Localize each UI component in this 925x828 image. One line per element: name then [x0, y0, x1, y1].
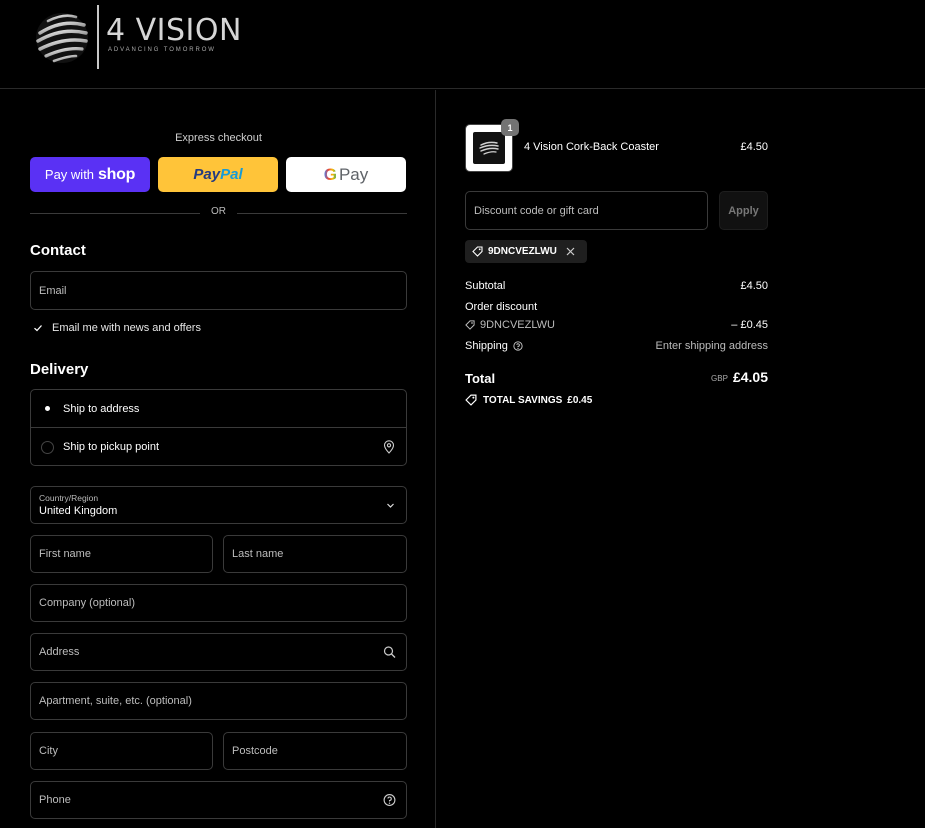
- apartment-input[interactable]: [31, 683, 406, 719]
- google-pay-wordmark: Pay: [338, 164, 369, 184]
- newsletter-checkbox[interactable]: Email me with news and offers: [32, 322, 201, 334]
- company-input[interactable]: [31, 585, 406, 621]
- subtotal-label: Subtotal: [465, 280, 506, 292]
- order-discount-row: Order discount: [465, 301, 768, 313]
- total-savings: TOTAL SAVINGS £0.45: [465, 394, 592, 406]
- tag-icon: [465, 394, 477, 406]
- savings-label: TOTAL SAVINGS: [483, 394, 563, 406]
- google-g-icon: G: [323, 164, 337, 184]
- or-text: OR: [211, 206, 226, 217]
- shipping-label: Shipping: [465, 340, 508, 352]
- apply-discount-button[interactable]: Apply: [719, 191, 768, 230]
- city-input[interactable]: [31, 733, 212, 769]
- map-pin-icon: [383, 440, 395, 454]
- discount-code-field[interactable]: [465, 191, 708, 230]
- discount-amount: – £0.45: [731, 319, 768, 331]
- chevron-down-icon: [387, 503, 394, 508]
- subtotal-value: £4.50: [740, 280, 768, 292]
- ship-to-address-label: Ship to address: [63, 402, 140, 415]
- discount-code-label: 9DNCVEZLWU: [480, 319, 555, 331]
- address-field[interactable]: [30, 633, 407, 671]
- tag-icon: [465, 320, 475, 330]
- product-image: [473, 132, 505, 164]
- shop-pay-prefix: Pay with: [44, 167, 95, 182]
- savings-value: £0.45: [567, 394, 593, 406]
- last-name-input[interactable]: [224, 536, 406, 572]
- country-value: United Kingdom: [39, 505, 118, 517]
- first-name-field[interactable]: [30, 535, 213, 573]
- paypal-wordmark-b: Pal: [220, 166, 243, 183]
- apartment-field[interactable]: [30, 682, 407, 720]
- product-price: £4.50: [740, 141, 768, 153]
- checkmark-icon: [32, 322, 44, 334]
- ship-to-address-option[interactable]: Ship to address: [31, 390, 406, 428]
- or-line-right: [237, 213, 407, 214]
- search-icon[interactable]: [383, 646, 396, 659]
- brand-name: 4 VISION: [106, 13, 242, 48]
- applied-discount-tag: 9DNCVEZLWU: [465, 240, 587, 263]
- currency-code: GBP: [711, 374, 728, 383]
- postcode-field[interactable]: [223, 732, 407, 770]
- shipping-row: Shipping Enter shipping address: [465, 340, 768, 352]
- address-input[interactable]: [31, 634, 406, 670]
- total-amount: GBP £4.05: [711, 369, 768, 385]
- postcode-input[interactable]: [224, 733, 406, 769]
- delivery-method-group: Ship to address Ship to pickup point: [30, 389, 407, 466]
- phone-input[interactable]: [31, 782, 406, 818]
- brand-tagline: ADVANCING TOMORROW: [108, 47, 216, 53]
- product-name: 4 Vision Cork-Back Coaster: [524, 141, 659, 153]
- header: 4 VISION ADVANCING TOMORROW: [0, 0, 925, 89]
- paypal-button[interactable]: Pay Pal: [158, 157, 278, 192]
- total-label: Total: [465, 371, 496, 386]
- order-discount-label: Order discount: [465, 301, 538, 313]
- product-globe-icon: [479, 141, 499, 155]
- help-circle-icon[interactable]: [383, 794, 396, 807]
- last-name-field[interactable]: [223, 535, 407, 573]
- radio-unselected-icon[interactable]: [41, 440, 54, 454]
- or-divider: OR: [30, 206, 407, 220]
- pickup-point-option[interactable]: Ship to pickup point: [31, 428, 406, 466]
- shop-pay-button[interactable]: Pay with shop: [30, 157, 150, 192]
- logo-separator: [97, 5, 99, 69]
- quantity-badge: 1: [501, 119, 519, 136]
- brand-logo[interactable]: 4 VISION ADVANCING TOMORROW: [34, 5, 244, 69]
- column-divider: [435, 90, 436, 828]
- google-pay-button[interactable]: G Pay: [286, 157, 406, 192]
- email-field[interactable]: [30, 271, 407, 310]
- applied-code-text: 9DNCVEZLWU: [488, 246, 557, 257]
- express-checkout-label: Express checkout: [175, 132, 262, 144]
- delivery-heading: Delivery: [30, 361, 89, 378]
- paypal-wordmark-a: Pay: [193, 166, 221, 183]
- total-value: £4.05: [732, 369, 768, 385]
- first-name-input[interactable]: [31, 536, 212, 572]
- phone-field[interactable]: [30, 781, 407, 819]
- country-select[interactable]: Country/Region United Kingdom: [30, 486, 407, 524]
- remove-code-icon[interactable]: [566, 247, 575, 256]
- discount-code-input[interactable]: [466, 192, 707, 229]
- newsletter-label: Email me with news and offers: [52, 322, 201, 334]
- city-field[interactable]: [30, 732, 213, 770]
- email-input[interactable]: [31, 272, 406, 309]
- subtotal-row: Subtotal £4.50: [465, 280, 768, 292]
- shipping-value: Enter shipping address: [655, 340, 768, 352]
- shop-pay-wordmark: shop: [98, 165, 136, 183]
- company-field[interactable]: [30, 584, 407, 622]
- radio-selected-icon[interactable]: [41, 402, 54, 415]
- tag-icon: [472, 246, 483, 257]
- globe-logo-icon: [36, 13, 88, 63]
- help-circle-icon[interactable]: [513, 341, 523, 351]
- country-label: Country/Region: [39, 493, 99, 503]
- contact-heading: Contact: [30, 242, 86, 259]
- pickup-point-label: Ship to pickup point: [63, 441, 160, 453]
- total-row: Total GBP £4.05: [465, 369, 768, 386]
- discount-code-row: 9DNCVEZLWU – £0.45: [465, 319, 768, 333]
